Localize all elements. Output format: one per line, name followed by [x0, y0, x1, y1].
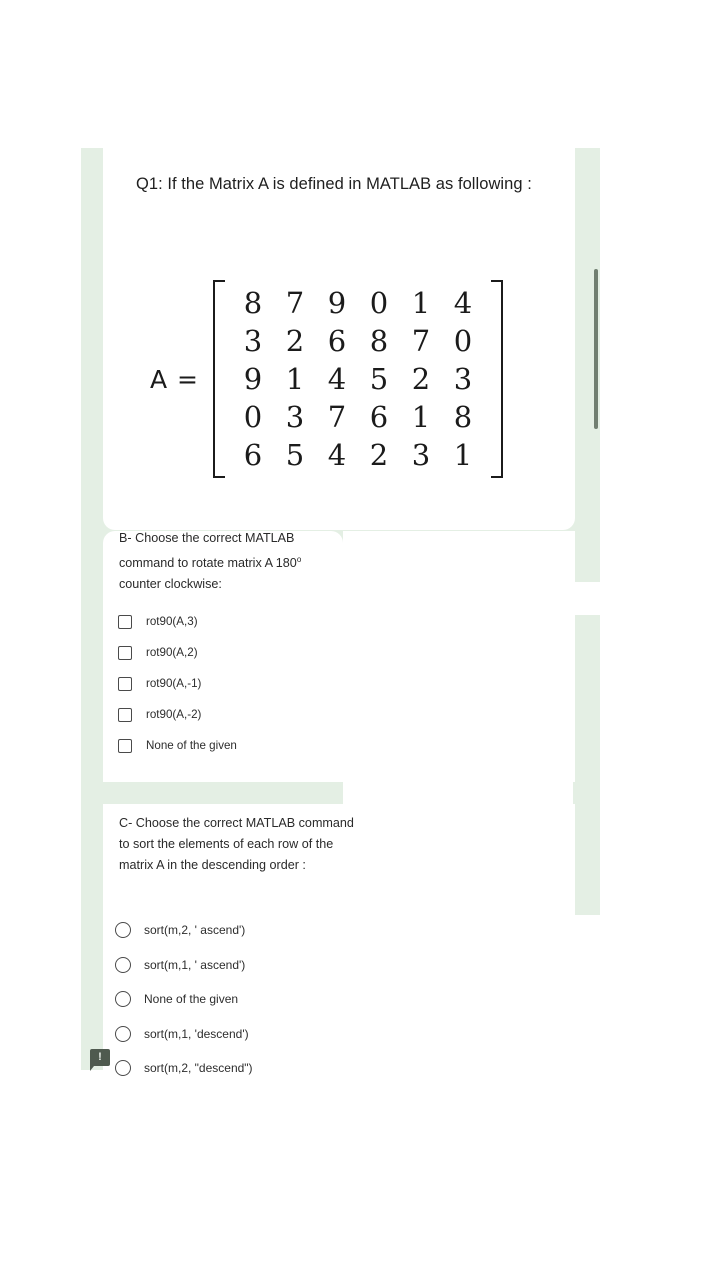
card-bottom-margin [0, 1070, 720, 1280]
option-label: sort(m,1, 'descend') [144, 1026, 249, 1041]
option-c-1[interactable]: sort(m,2, ' ascend') [115, 913, 253, 948]
matrix-cell: 9 [327, 286, 347, 320]
option-c-3[interactable]: None of the given [115, 982, 253, 1017]
matrix-cell: 1 [411, 286, 431, 320]
checkbox-icon[interactable] [118, 676, 132, 691]
option-c-2[interactable]: sort(m,1, ' ascend') [115, 948, 253, 983]
matrix-cell: 2 [369, 438, 389, 472]
matrix-cell: 2 [285, 324, 305, 358]
checkbox-icon[interactable] [118, 738, 132, 753]
question-b-options: rot90(A,3) rot90(A,2) rot90(A,-1) rot90(… [118, 606, 237, 761]
option-b-5[interactable]: None of the given [118, 730, 237, 761]
radio-icon[interactable] [115, 1060, 131, 1077]
checkbox-icon[interactable] [118, 645, 132, 660]
matrix-equation: A = 8 7 9 0 1 4 3 2 6 8 7 0 9 1 4 5 2 3 … [150, 280, 550, 478]
scrollbar-thumb[interactable] [594, 269, 598, 429]
matrix-cell: 7 [411, 324, 431, 358]
matrix-cell: 7 [327, 400, 347, 434]
matrix-cell: 6 [327, 324, 347, 358]
card-filler-right [343, 531, 575, 583]
matrix-cell: 3 [453, 362, 473, 396]
matrix-cell: 8 [453, 400, 473, 434]
matrix-cell: 6 [369, 400, 389, 434]
card-filler-b-right [343, 582, 575, 782]
matrix-cell: 7 [285, 286, 305, 320]
option-b-1[interactable]: rot90(A,3) [118, 606, 237, 637]
matrix-cell: 2 [411, 362, 431, 396]
option-label: sort(m,2, ' ascend') [144, 923, 246, 938]
radio-icon[interactable] [115, 1025, 131, 1042]
report-flag-glyph: ! [98, 1051, 102, 1063]
radio-icon[interactable] [115, 922, 131, 939]
matrix-grid: 8 7 9 0 1 4 3 2 6 8 7 0 9 1 4 5 2 3 0 3 … [226, 280, 490, 478]
matrix-cell: 5 [369, 362, 389, 396]
option-label: rot90(A,2) [146, 646, 198, 659]
option-label: None of the given [146, 739, 237, 752]
matrix-bracket-right [490, 280, 504, 478]
option-c-4[interactable]: sort(m,1, 'descend') [115, 1017, 253, 1052]
matrix-cell: 8 [369, 324, 389, 358]
report-flag-icon[interactable]: ! [90, 1049, 110, 1071]
checkbox-icon[interactable] [118, 614, 132, 629]
matrix-cell: 1 [411, 400, 431, 434]
matrix-cell: 4 [327, 438, 347, 472]
matrix-bracket-left [213, 280, 226, 478]
green-panel-left-c [81, 804, 103, 1070]
matrix-cell: 1 [453, 438, 473, 472]
option-label: rot90(A,-1) [146, 677, 202, 690]
matrix-cell: 8 [243, 286, 263, 320]
question-b-prompt-line3: counter clockwise: [119, 577, 222, 592]
matrix-cell: 3 [411, 438, 431, 472]
matrix-cell: 5 [285, 438, 305, 472]
checkbox-icon[interactable] [118, 707, 132, 722]
option-label: rot90(A,-2) [146, 708, 202, 721]
matrix-cell: 0 [453, 324, 473, 358]
option-label: sort(m,1, ' ascend') [144, 957, 246, 972]
option-b-4[interactable]: rot90(A,-2) [118, 699, 237, 730]
green-panel-right [573, 615, 600, 915]
option-label: rot90(A,3) [146, 615, 198, 628]
page-title: Q1: If the Matrix A is defined in MATLAB… [136, 175, 532, 193]
matrix-cell: 3 [243, 324, 263, 358]
green-panel-gap [81, 782, 343, 804]
matrix-cell: 9 [243, 362, 263, 396]
radio-icon[interactable] [115, 991, 131, 1008]
radio-icon[interactable] [115, 956, 131, 973]
matrix-variable-label: A = [150, 364, 199, 394]
green-panel-left-b [81, 582, 103, 782]
question-c-options: sort(m,2, ' ascend') sort(m,1, ' ascend'… [115, 913, 253, 1086]
degree-symbol: o [296, 555, 302, 564]
question-b-prompt-line2: command to rotate matrix A 180 [119, 556, 297, 571]
matrix-cell: 1 [285, 362, 305, 396]
option-b-3[interactable]: rot90(A,-1) [118, 668, 237, 699]
option-label: None of the given [144, 992, 239, 1007]
matrix-cell: 3 [285, 400, 305, 434]
matrix-cell: 4 [453, 286, 473, 320]
question-b-prompt: B- Choose the correct MATLAB command to … [119, 528, 345, 595]
option-c-5[interactable]: sort(m,2, "descend") [115, 1051, 253, 1086]
option-label: sort(m,2, "descend") [144, 1061, 253, 1076]
matrix-cell: 4 [327, 362, 347, 396]
question-c-prompt: C- Choose the correct MATLAB command to … [119, 816, 354, 872]
matrix-cell: 0 [369, 286, 389, 320]
matrix-cell: 0 [243, 400, 263, 434]
matrix-cell: 6 [243, 438, 263, 472]
question-b-prompt-line1: B- Choose the correct MATLAB [119, 531, 295, 545]
page-root: Q1: If the Matrix A is defined in MATLAB… [0, 0, 720, 1280]
option-b-2[interactable]: rot90(A,2) [118, 637, 237, 668]
